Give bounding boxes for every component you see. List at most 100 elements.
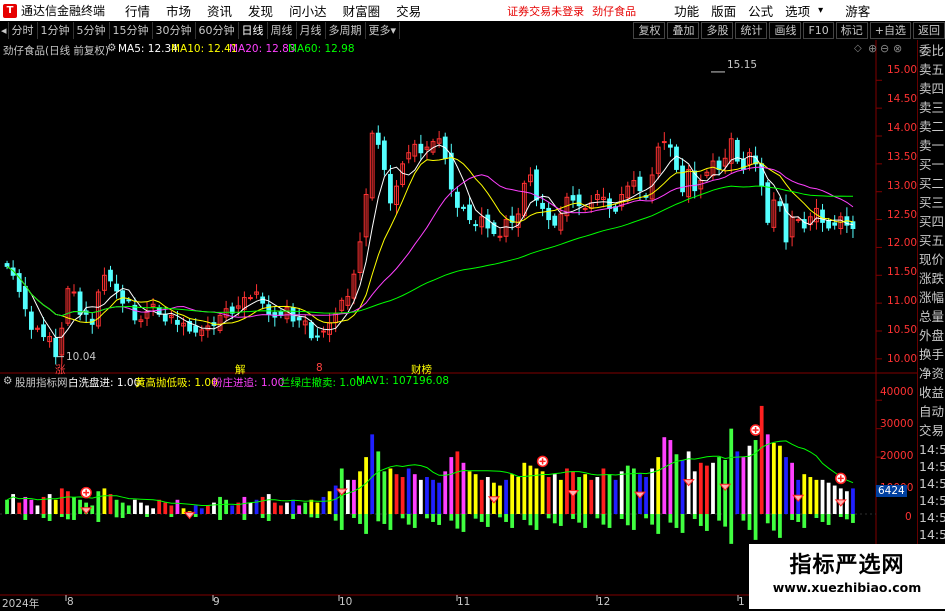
indicator-bar xyxy=(613,479,618,514)
indicator-bar xyxy=(72,496,76,514)
indicator-mav-legend: MAV1: 107196.08 xyxy=(356,375,450,387)
menu-news[interactable]: 资讯 xyxy=(207,1,232,20)
menu-ask[interactable]: 问小达 xyxy=(289,1,327,20)
settings-gear-icon[interactable]: ⚙ xyxy=(107,42,116,54)
chart-area[interactable]: 劲仔食品(日线 前复权) ⚙ MA5: 12.34 MA10: 12.41 MA… xyxy=(0,40,918,610)
statistics-button[interactable]: 统计 xyxy=(735,22,768,39)
quote-label: 委比 xyxy=(919,44,945,58)
user-label[interactable]: 游客 xyxy=(845,1,870,20)
period-tab-5min[interactable]: 5分钟 xyxy=(74,22,110,39)
candle-body xyxy=(315,335,320,338)
indicator-bar xyxy=(601,468,606,514)
indicator-gear-icon[interactable]: ⚙ xyxy=(3,375,12,387)
menu-wealth[interactable]: 财富圈 xyxy=(343,1,381,20)
indicator-neg-bar xyxy=(625,514,630,526)
indicator-bar xyxy=(455,451,460,514)
indicator-bar xyxy=(272,502,277,514)
period-tab-1min[interactable]: 1分钟 xyxy=(38,22,74,39)
period-tab-intraday[interactable]: 分时 xyxy=(9,22,38,39)
f10-button[interactable]: F10 xyxy=(803,22,834,39)
indicator-neg-bar xyxy=(765,514,770,524)
draw-line-button[interactable]: 画线 xyxy=(769,22,802,39)
candle-body xyxy=(582,207,588,210)
collapse-arrow-icon[interactable]: ◂ xyxy=(0,22,9,39)
indicator-bar xyxy=(218,496,222,514)
menu-market[interactable]: 市场 xyxy=(166,1,191,20)
indicator-bar xyxy=(303,502,308,514)
quote-label: 卖五 xyxy=(919,63,945,77)
indicator-bar xyxy=(175,499,180,514)
menu-formula[interactable]: 公式 xyxy=(748,1,773,20)
indicator-bar xyxy=(674,454,679,514)
indicator-neg-bar xyxy=(790,514,794,520)
date-label-nov: 11 xyxy=(457,596,471,608)
period-tab-monthly[interactable]: 月线 xyxy=(297,22,326,39)
mark-button[interactable]: 标记 xyxy=(835,22,868,39)
menu-options[interactable]: 选项 xyxy=(785,1,810,20)
indicator-neg-bar xyxy=(339,514,344,530)
period-tab-daily[interactable]: 日线 xyxy=(239,22,268,39)
indicator-neg-bar xyxy=(552,514,557,524)
indicator-bar xyxy=(29,499,34,514)
vol-current-label: 6424 xyxy=(876,485,907,497)
quote-label: 涨跌 xyxy=(919,272,945,286)
period-tab-weekly[interactable]: 周线 xyxy=(268,22,297,39)
quote-label: 14:56 xyxy=(919,511,945,525)
indicator-bar xyxy=(504,479,508,514)
indicator-bar xyxy=(516,477,521,514)
indicator-neg-bar xyxy=(352,514,356,518)
period-tab-30min[interactable]: 30分钟 xyxy=(153,22,196,39)
zoom-out-icon[interactable]: ⊖ xyxy=(880,42,889,55)
multi-stock-button[interactable]: 多股 xyxy=(701,22,734,39)
indicator-bar xyxy=(394,474,399,514)
login-notice[interactable]: 证券交易未登录 xyxy=(507,3,584,19)
indicator-neg-bar xyxy=(692,514,697,519)
indicator-bar xyxy=(528,465,533,514)
adjust-button[interactable]: 复权 xyxy=(633,22,666,39)
indicator-neg-bar xyxy=(376,514,381,522)
indicator-bar xyxy=(224,499,229,514)
menu-discover[interactable]: 发现 xyxy=(248,1,273,20)
marker-eight[interactable]: 8 xyxy=(316,362,323,374)
indicator-bar xyxy=(729,428,734,514)
kline-chart-svg[interactable] xyxy=(0,40,917,609)
menu-layout[interactable]: 版面 xyxy=(711,1,736,20)
menu-quotes[interactable]: 行情 xyxy=(125,1,150,20)
period-tab-15min[interactable]: 15分钟 xyxy=(110,22,153,39)
indicator-neg-bar xyxy=(315,514,320,518)
back-button[interactable]: 返回 xyxy=(913,22,945,39)
chevron-down-icon: ▾ xyxy=(390,24,397,37)
indicator-bar xyxy=(157,499,162,514)
expand-icon[interactable]: ◇ xyxy=(854,43,862,54)
indicator-neg-bar xyxy=(23,514,28,520)
title-bar: T 通达信金融终端 行情 市场 资讯 发现 问小达 财富圈 交易 证券交易未登录… xyxy=(0,0,945,21)
period-tab-more[interactable]: 更多▾ xyxy=(366,22,401,39)
indicator-bar xyxy=(692,471,697,514)
menu-function[interactable]: 功能 xyxy=(674,1,699,20)
indicator-neg-bar xyxy=(169,514,174,517)
period-tab-multi[interactable]: 多周期 xyxy=(326,22,366,39)
indicator-neg-bar xyxy=(114,514,119,518)
indicator-neg-bar xyxy=(406,514,411,525)
quote-label: 14:56 xyxy=(919,528,945,542)
indicator-bar xyxy=(705,465,709,514)
zoom-in-icon[interactable]: ⊕ xyxy=(868,42,877,55)
menu-more-icon[interactable]: ▾ xyxy=(818,5,823,16)
indicator-bar xyxy=(784,457,788,514)
add-watchlist-button[interactable]: +自选 xyxy=(869,22,911,39)
candle-body xyxy=(667,144,673,148)
indicator-bar xyxy=(577,477,581,514)
indicator-bar xyxy=(376,451,381,514)
price-label-1450: 14.50 xyxy=(887,93,918,105)
indicator-neg-bar xyxy=(851,514,855,523)
candle-body xyxy=(193,325,199,333)
candle-body xyxy=(162,313,168,322)
indicator-bar xyxy=(425,477,429,514)
indicator-neg-bar xyxy=(41,514,46,518)
price-label-1250: 12.50 xyxy=(887,209,918,221)
menu-trade[interactable]: 交易 xyxy=(396,1,421,20)
close-chart-icon[interactable]: ⊗ xyxy=(893,42,902,55)
overlay-button[interactable]: 叠加 xyxy=(667,22,700,39)
period-tab-60min[interactable]: 60分钟 xyxy=(196,22,239,39)
indicator-neg-bar xyxy=(47,514,52,521)
